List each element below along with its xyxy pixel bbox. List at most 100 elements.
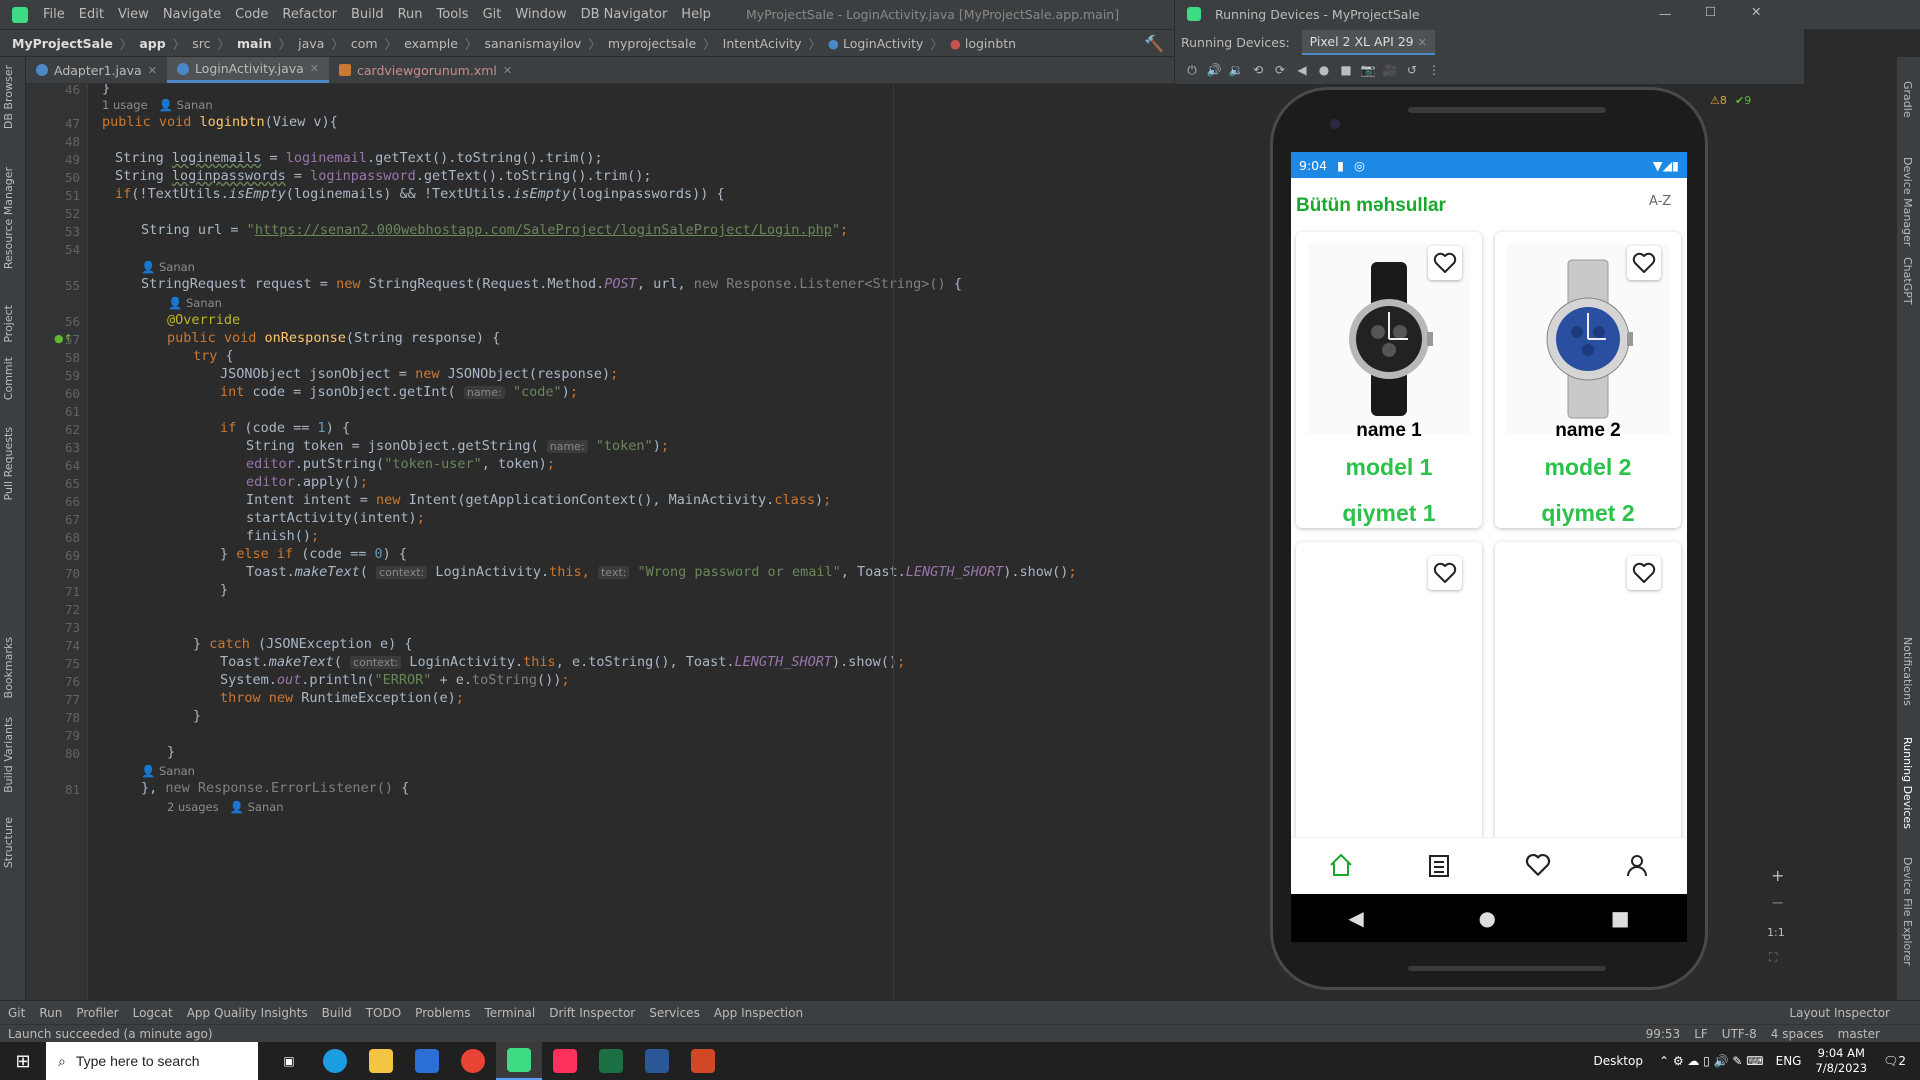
volume-up-icon[interactable]: 🔊 [1203, 63, 1225, 77]
power-icon[interactable]: ⏻ [1181, 63, 1203, 78]
login-url[interactable]: https://senan2.000webhostapp.com/SalePro… [255, 222, 832, 238]
excel-icon[interactable] [588, 1042, 634, 1080]
crumb-src[interactable]: src [192, 36, 210, 51]
menu-run[interactable]: Run [391, 7, 430, 22]
tool-notifications[interactable]: Notifications [1901, 637, 1914, 706]
tray-icons[interactable]: ⌃ ⚙ ☁ ▯ 🔊 ✎ ⌨ [1659, 1054, 1764, 1068]
tool-git[interactable]: Git [8, 1006, 25, 1020]
tab-loginactivity[interactable]: LoginActivity.java ✕ [166, 57, 330, 83]
product-card[interactable] [1495, 542, 1681, 842]
android-studio-taskbar-icon[interactable] [496, 1042, 542, 1080]
code-editor[interactable]: } 1 usage 👤 Sanan public void loginbtn(V… [88, 84, 1174, 1014]
ok-count[interactable]: ✔9 [1735, 94, 1751, 107]
menu-build[interactable]: Build [344, 7, 391, 22]
tool-profiler[interactable]: Profiler [76, 1006, 118, 1020]
menu-help[interactable]: Help [674, 7, 718, 22]
caret-position[interactable]: 99:53 [1646, 1027, 1681, 1041]
recents-icon[interactable]: ■ [1611, 906, 1630, 930]
tool-todo[interactable]: TODO [366, 1006, 401, 1020]
tool-structure[interactable]: Structure [2, 817, 15, 868]
history-icon[interactable]: ↺ [1401, 63, 1423, 77]
crumb-main[interactable]: main [237, 36, 272, 51]
tool-device-manager[interactable]: Device Manager [1901, 157, 1914, 246]
build-hammer-icon[interactable]: 🔨 [1144, 34, 1164, 53]
zoom-out-icon[interactable]: − [1771, 893, 1784, 912]
screenshot-icon[interactable]: 📷 [1357, 63, 1379, 77]
task-view-icon[interactable]: ▣ [266, 1042, 312, 1080]
menu-window[interactable]: Window [508, 7, 573, 22]
edge-icon[interactable] [312, 1042, 358, 1080]
tool-project[interactable]: Project [2, 305, 15, 343]
tool-resource-manager[interactable]: Resource Manager [2, 167, 15, 269]
favorite-heart-icon[interactable] [1627, 556, 1661, 590]
close-icon[interactable]: ✕ [503, 64, 512, 77]
menu-navigate[interactable]: Navigate [156, 7, 228, 22]
menu-db-navigator[interactable]: DB Navigator [574, 7, 675, 22]
tool-chatgpt[interactable]: ChatGPT [1901, 257, 1914, 305]
tab-cardviewgorunum[interactable]: cardviewgorunum.xml ✕ [329, 57, 522, 83]
minimize-icon[interactable]: — [1659, 6, 1672, 21]
tool-build[interactable]: Build [322, 1006, 352, 1020]
word-icon[interactable] [634, 1042, 680, 1080]
menu-file[interactable]: File [36, 7, 72, 22]
orders-icon[interactable] [1427, 852, 1451, 881]
home-icon[interactable] [1328, 852, 1354, 881]
windows-start-icon[interactable]: ⊞ [0, 1042, 46, 1080]
home-button-icon[interactable]: ● [1479, 906, 1496, 930]
zoom-in-icon[interactable]: + [1771, 866, 1784, 885]
crumb-myprojectsale[interactable]: myprojectsale [608, 36, 696, 51]
tool-problems[interactable]: Problems [415, 1006, 470, 1020]
tool-db-browser[interactable]: DB Browser [2, 65, 15, 129]
tool-layout-inspector[interactable]: Layout Inspector [1789, 1006, 1890, 1020]
back-icon[interactable]: ◀ [1348, 906, 1363, 930]
tool-pull-requests[interactable]: Pull Requests [2, 427, 15, 500]
rotate-right-icon[interactable]: ⟳ [1269, 63, 1291, 77]
tool-services[interactable]: Services [649, 1006, 700, 1020]
taskbar-search[interactable]: ⌕ Type here to search [46, 1042, 258, 1080]
warning-count[interactable]: ⚠8 [1710, 94, 1727, 107]
crumb-loginbtn[interactable]: loginbtn [965, 36, 1016, 51]
product-card[interactable] [1296, 542, 1482, 842]
taskbar-clock[interactable]: 9:04 AM 7/8/2023 [1815, 1046, 1867, 1076]
tool-device-file-explorer[interactable]: Device File Explorer [1901, 857, 1914, 966]
store-icon[interactable] [404, 1042, 450, 1080]
maximize-icon[interactable]: ☐ [1705, 4, 1716, 19]
product-card[interactable]: name 1 model 1 qiymet 1 [1296, 232, 1482, 528]
tool-logcat[interactable]: Logcat [133, 1006, 173, 1020]
sort-az-button[interactable]: A-Z [1649, 194, 1671, 209]
close-icon[interactable]: ✕ [1751, 4, 1761, 19]
menu-edit[interactable]: Edit [72, 7, 111, 22]
crumb-example[interactable]: example [404, 36, 458, 51]
menu-view[interactable]: View [111, 7, 156, 22]
file-encoding[interactable]: UTF-8 [1722, 1027, 1757, 1041]
favorites-icon[interactable] [1525, 853, 1551, 880]
device-tab[interactable]: Pixel 2 XL API 29 ✕ [1301, 30, 1435, 55]
notification-center-icon[interactable]: 🗨2 [1883, 1054, 1906, 1068]
menu-code[interactable]: Code [228, 7, 275, 22]
tool-build-variants[interactable]: Build Variants [2, 717, 15, 793]
chrome-icon[interactable] [450, 1042, 496, 1080]
home-icon[interactable]: ● [1313, 63, 1335, 77]
crumb-loginactivity[interactable]: LoginActivity [843, 36, 923, 51]
line-separator[interactable]: LF [1694, 1027, 1708, 1041]
product-card[interactable]: name 2 model 2 qiymet 2 [1495, 232, 1681, 528]
profile-icon[interactable] [1624, 852, 1650, 881]
close-icon[interactable]: ✕ [310, 62, 319, 75]
file-explorer-icon[interactable] [358, 1042, 404, 1080]
volume-down-icon[interactable]: 🔉 [1225, 63, 1247, 77]
crumb-app[interactable]: app [139, 36, 165, 51]
crumb-intentacivity[interactable]: IntentAcivity [723, 36, 802, 51]
menu-git[interactable]: Git [476, 7, 509, 22]
crumb-com[interactable]: com [351, 36, 378, 51]
powerpoint-icon[interactable] [680, 1042, 726, 1080]
tool-app-inspection[interactable]: App Inspection [714, 1006, 803, 1020]
zoom-actual-size[interactable]: 1:1 [1767, 926, 1785, 939]
intellij-icon[interactable] [542, 1042, 588, 1080]
override-gutter-icon[interactable]: ●↑ [54, 332, 73, 345]
language-indicator[interactable]: ENG [1776, 1054, 1802, 1068]
favorite-heart-icon[interactable] [1627, 246, 1661, 280]
back-icon[interactable]: ◀ [1291, 63, 1313, 77]
favorite-heart-icon[interactable] [1428, 246, 1462, 280]
close-icon[interactable]: ✕ [148, 64, 157, 77]
indent-setting[interactable]: 4 spaces [1771, 1027, 1824, 1041]
